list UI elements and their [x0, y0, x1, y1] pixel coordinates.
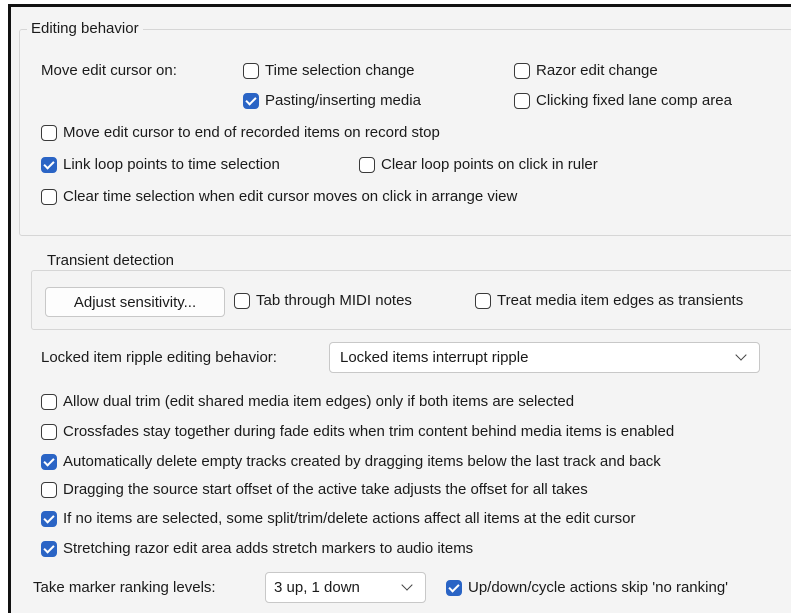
treat-edges-box[interactable] [475, 293, 491, 309]
allow-dual-trim-box[interactable] [41, 394, 57, 410]
crossfades-together-label: Crossfades stay together during fade edi… [63, 423, 675, 440]
link-loop-points-label: Link loop points to time selection [63, 156, 280, 173]
stretch-razor-label: Stretching razor edit area adds stretch … [63, 540, 474, 557]
clear-loop-points-box[interactable] [359, 157, 375, 173]
no-items-selected-label: If no items are selected, some split/tri… [63, 510, 636, 527]
move-to-end-recorded-box[interactable] [41, 125, 57, 141]
auto-delete-tracks-checkbox[interactable]: Automatically delete empty tracks create… [41, 452, 661, 472]
tab-midi-notes-checkbox[interactable]: Tab through MIDI notes [234, 291, 412, 311]
drag-source-offset-box[interactable] [41, 482, 57, 498]
pasting-inserting-media-box[interactable] [243, 93, 259, 109]
clear-time-selection-checkbox[interactable]: Clear time selection when edit cursor mo… [41, 187, 517, 207]
drag-source-offset-checkbox[interactable]: Dragging the source start offset of the … [41, 480, 588, 500]
allow-dual-trim-checkbox[interactable]: Allow dual trim (edit shared media item … [41, 392, 574, 412]
crossfades-together-checkbox[interactable]: Crossfades stay together during fade edi… [41, 422, 674, 442]
skip-no-ranking-checkbox[interactable]: Up/down/cycle actions skip 'no ranking' [446, 578, 728, 598]
move-to-end-recorded-label: Move edit cursor to end of recorded item… [63, 124, 440, 141]
clear-loop-points-checkbox[interactable]: Clear loop points on click in ruler [359, 155, 598, 175]
skip-no-ranking-label: Up/down/cycle actions skip 'no ranking' [468, 579, 729, 596]
razor-edit-change-label: Razor edit change [536, 62, 658, 79]
editing-behavior-title: Editing behavior [27, 20, 143, 38]
treat-edges-checkbox[interactable]: Treat media item edges as transients [475, 291, 743, 311]
locked-ripple-select[interactable]: Locked items interrupt ripple [329, 342, 760, 373]
locked-ripple-label: Locked item ripple editing behavior: [41, 349, 277, 366]
clicking-fixed-lane-box[interactable] [514, 93, 530, 109]
take-marker-value: 3 up, 1 down [274, 579, 360, 596]
link-loop-points-checkbox[interactable]: Link loop points to time selection [41, 155, 280, 175]
tab-midi-notes-box[interactable] [234, 293, 250, 309]
razor-edit-change-box[interactable] [514, 63, 530, 79]
link-loop-points-box[interactable] [41, 157, 57, 173]
chevron-down-icon [735, 349, 747, 361]
chevron-down-icon [401, 579, 413, 591]
time-selection-change-checkbox[interactable]: Time selection change [243, 61, 415, 81]
crossfades-together-box[interactable] [41, 424, 57, 440]
take-marker-label: Take marker ranking levels: [33, 579, 216, 596]
pasting-inserting-media-checkbox[interactable]: Pasting/inserting media [243, 91, 421, 111]
stretch-razor-checkbox[interactable]: Stretching razor edit area adds stretch … [41, 539, 473, 559]
take-marker-select[interactable]: 3 up, 1 down [265, 572, 426, 603]
stretch-razor-box[interactable] [41, 541, 57, 557]
time-selection-change-box[interactable] [243, 63, 259, 79]
razor-edit-change-checkbox[interactable]: Razor edit change [514, 61, 658, 81]
drag-source-offset-label: Dragging the source start offset of the … [63, 481, 588, 498]
auto-delete-tracks-label: Automatically delete empty tracks create… [63, 453, 661, 470]
skip-no-ranking-box[interactable] [446, 580, 462, 596]
pasting-inserting-media-label: Pasting/inserting media [265, 92, 421, 109]
move-edit-cursor-label: Move edit cursor on: [41, 62, 177, 79]
no-items-selected-checkbox[interactable]: If no items are selected, some split/tri… [41, 509, 635, 529]
clicking-fixed-lane-label: Clicking fixed lane comp area [536, 92, 732, 109]
allow-dual-trim-label: Allow dual trim (edit shared media item … [63, 393, 575, 410]
move-to-end-recorded-checkbox[interactable]: Move edit cursor to end of recorded item… [41, 123, 440, 143]
time-selection-change-label: Time selection change [265, 62, 415, 79]
treat-edges-label: Treat media item edges as transients [497, 292, 744, 309]
transient-detection-title: Transient detection [43, 252, 179, 270]
clear-time-selection-box[interactable] [41, 189, 57, 205]
clear-time-selection-label: Clear time selection when edit cursor mo… [63, 188, 518, 205]
no-items-selected-box[interactable] [41, 511, 57, 527]
auto-delete-tracks-box[interactable] [41, 454, 57, 470]
locked-ripple-value: Locked items interrupt ripple [340, 349, 529, 366]
clear-loop-points-label: Clear loop points on click in ruler [381, 156, 598, 173]
tab-midi-notes-label: Tab through MIDI notes [256, 292, 412, 309]
clicking-fixed-lane-checkbox[interactable]: Clicking fixed lane comp area [514, 91, 732, 111]
adjust-sensitivity-button[interactable]: Adjust sensitivity... [45, 287, 225, 317]
